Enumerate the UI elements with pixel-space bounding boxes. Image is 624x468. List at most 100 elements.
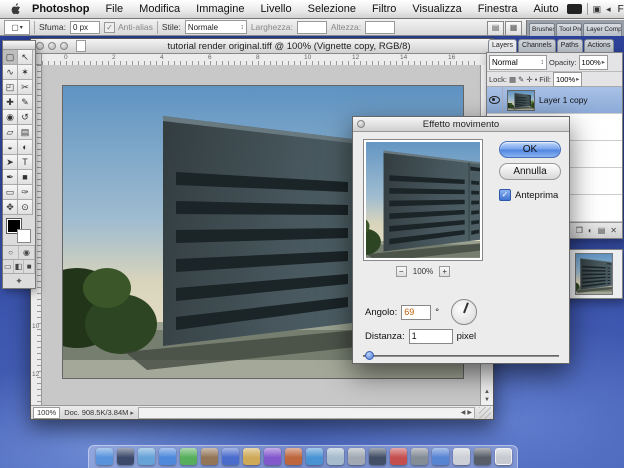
scroll-down-icon[interactable]: ▼: [481, 397, 493, 403]
well-tab-layer-comps[interactable]: Layer Comps: [583, 23, 622, 36]
blend-mode-select[interactable]: Normal ↕: [489, 55, 547, 70]
standard-screen-button[interactable]: ▭: [3, 260, 14, 273]
menu-livello[interactable]: Livello: [252, 3, 299, 15]
fill-value[interactable]: 100% ▸: [553, 72, 582, 87]
tool-lasso[interactable]: ∿: [3, 65, 18, 80]
tool-eyedropper[interactable]: ✑: [18, 185, 33, 200]
antialias-checkbox[interactable]: ✓ Anti-alias: [104, 22, 153, 33]
angle-dial[interactable]: [451, 299, 477, 325]
tab-actions[interactable]: Actions: [584, 39, 615, 52]
lock-position-icon[interactable]: ✛: [526, 75, 532, 84]
slider-thumb[interactable]: [365, 351, 374, 360]
menu-clock[interactable]: Fri 11:42 AM: [616, 4, 624, 15]
tab-paths[interactable]: Paths: [557, 39, 583, 52]
height-input[interactable]: [365, 21, 395, 34]
lock-transparency-icon[interactable]: ▦: [509, 75, 516, 84]
style-select[interactable]: Normale ↕: [185, 20, 247, 34]
menu-photoshop[interactable]: Photoshop: [24, 3, 97, 15]
menu-visualizza[interactable]: Visualizza: [404, 3, 469, 15]
scroll-up-icon[interactable]: ▲: [481, 389, 493, 395]
distance-input[interactable]: 1: [409, 329, 453, 344]
dock-safari[interactable]: [159, 448, 176, 465]
dialog-title-bar[interactable]: Effetto movimento: [353, 117, 569, 132]
close-button[interactable]: [36, 42, 44, 50]
dialog-preview[interactable]: [363, 139, 483, 261]
dock-finder[interactable]: [96, 448, 113, 465]
apple-menu-icon[interactable]: [10, 3, 21, 16]
distance-slider[interactable]: [363, 351, 559, 361]
dock-address-book[interactable]: [201, 448, 218, 465]
tool-eraser[interactable]: ▱: [3, 125, 18, 140]
tool-brush[interactable]: ✎: [18, 95, 33, 110]
dock-imovie[interactable]: [264, 448, 281, 465]
resize-grip[interactable]: [479, 407, 491, 419]
quickmask-mode-button[interactable]: ◉: [19, 246, 35, 259]
preview-checkbox[interactable]: ✓ Anteprima: [499, 189, 558, 201]
width-input[interactable]: [297, 21, 327, 34]
dock-app-gray[interactable]: [411, 448, 428, 465]
scroll-left-icon[interactable]: ◀: [461, 409, 466, 416]
minimize-button[interactable]: [48, 42, 56, 50]
brushes-well-button[interactable]: ▦: [505, 21, 522, 36]
file-browser-button[interactable]: ▤: [487, 21, 504, 36]
dock-system-preferences[interactable]: [348, 448, 365, 465]
tool-crop[interactable]: ◰: [3, 80, 18, 95]
layer-group-button[interactable]: ❒: [576, 226, 583, 235]
tool-clone-stamp[interactable]: ◉: [3, 110, 18, 125]
menu-filtro[interactable]: Filtro: [364, 3, 404, 15]
tool-move[interactable]: ↖: [18, 50, 33, 65]
dock-quicktime[interactable]: [306, 448, 323, 465]
menu-immagine[interactable]: Immagine: [188, 3, 252, 15]
dock-ichat[interactable]: [180, 448, 197, 465]
lock-pixels-icon[interactable]: ✎: [518, 75, 524, 84]
menu-extra-input-icon[interactable]: [567, 4, 582, 14]
doc-size-info[interactable]: Doc. 908.5K/3.84M ▸: [64, 408, 134, 417]
menu-modifica[interactable]: Modifica: [131, 3, 188, 15]
new-layer-button[interactable]: ▤: [598, 226, 606, 235]
dock-trash[interactable]: [495, 448, 512, 465]
tool-zoom[interactable]: ⊙: [18, 200, 33, 215]
menu-aiuto[interactable]: Aiuto: [525, 3, 566, 15]
menu-finestra[interactable]: Finestra: [470, 3, 526, 15]
dock-preview[interactable]: [327, 448, 344, 465]
scroll-right-icon[interactable]: ▶: [467, 409, 472, 416]
dock-itunes[interactable]: [222, 448, 239, 465]
dock-app-blue[interactable]: [432, 448, 449, 465]
tool-gradient[interactable]: ▤: [18, 125, 33, 140]
menu-file[interactable]: File: [97, 3, 131, 15]
tab-channels[interactable]: Channels: [518, 39, 556, 52]
zoom-in-button[interactable]: +: [439, 266, 450, 277]
dialog-close-button[interactable]: [357, 120, 365, 128]
delete-layer-button[interactable]: ✕: [610, 226, 617, 235]
visibility-eye-icon[interactable]: [487, 87, 503, 113]
zoom-out-button[interactable]: −: [396, 266, 407, 277]
cancel-button[interactable]: Annulla: [499, 163, 561, 180]
angle-input[interactable]: 69: [401, 305, 431, 320]
lock-all-icon[interactable]: ▪: [535, 75, 538, 84]
fullscreen-menubar-button[interactable]: ◧: [14, 260, 25, 273]
tool-preset-button[interactable]: ▢ ▾: [4, 20, 30, 35]
layer-row[interactable]: Layer 1 copy: [487, 87, 622, 114]
tool-magic-wand[interactable]: ✶: [18, 65, 33, 80]
standard-mode-button[interactable]: ○: [3, 246, 19, 259]
tool-slice[interactable]: ✂: [18, 80, 33, 95]
tool-notes[interactable]: ▭: [3, 185, 18, 200]
feather-input[interactable]: 0 px: [70, 21, 100, 34]
dock-iphoto[interactable]: [243, 448, 260, 465]
dock-app-silver[interactable]: [453, 448, 470, 465]
fullscreen-button[interactable]: ■: [24, 260, 35, 273]
tool-blur[interactable]: ◒: [3, 140, 18, 155]
menu-selezione[interactable]: Selezione: [300, 3, 364, 15]
zoom-level[interactable]: 100%: [33, 407, 60, 419]
tool-hand[interactable]: ✥: [3, 200, 18, 215]
dock-app-red[interactable]: [390, 448, 407, 465]
dock-app-dark[interactable]: [474, 448, 491, 465]
background-color-swatch[interactable]: [17, 229, 31, 243]
adjustment-layer-button[interactable]: ◐: [588, 226, 593, 235]
opacity-value[interactable]: 100% ▸: [579, 55, 608, 70]
dock-dashboard[interactable]: [117, 448, 134, 465]
imageready-button[interactable]: ✦: [3, 274, 35, 288]
tool-healing-brush[interactable]: ✚: [3, 95, 18, 110]
well-tab-tool-pre[interactable]: Tool Pre: [556, 23, 582, 36]
toolbox-header[interactable]: [3, 41, 35, 50]
